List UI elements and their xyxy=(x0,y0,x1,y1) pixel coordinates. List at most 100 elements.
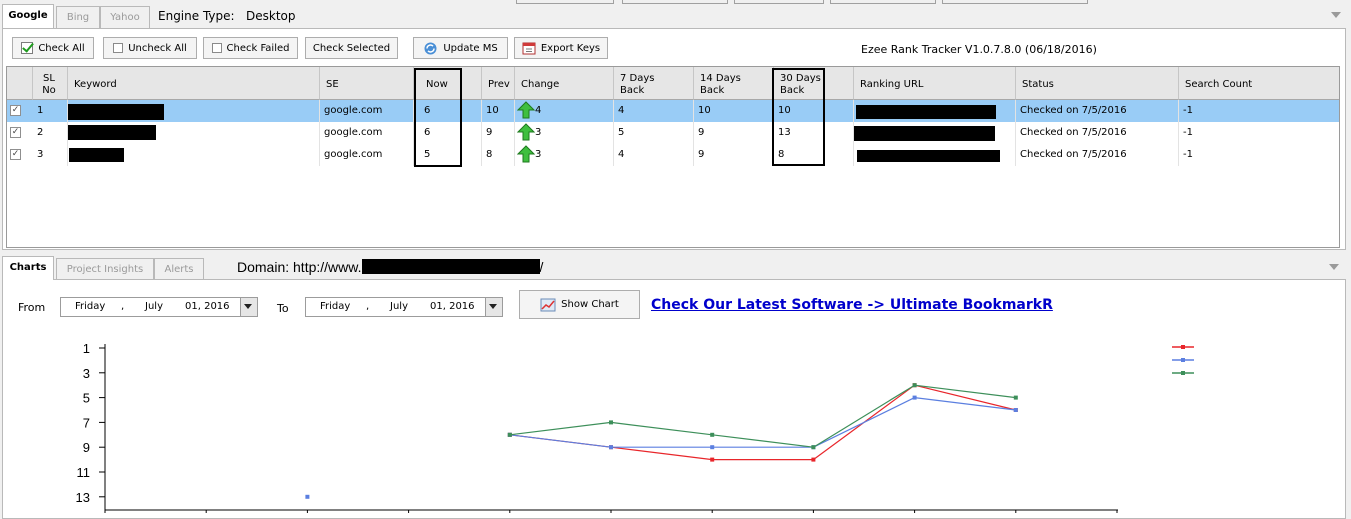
domain-label: Domain: http://www. / xyxy=(237,259,544,275)
up-arrow-icon xyxy=(516,101,536,119)
cell-sl: 2 xyxy=(33,122,68,144)
header-se[interactable]: SE xyxy=(320,67,414,100)
cell-se: google.com xyxy=(320,144,414,166)
tab-charts[interactable]: Charts xyxy=(2,256,54,280)
cell-change: 4 xyxy=(515,100,614,122)
redacted-domain xyxy=(361,259,540,274)
check-failed-label: Check Failed xyxy=(226,42,290,54)
redacted-url xyxy=(856,105,996,119)
cell-ranking-url xyxy=(854,122,1016,144)
top-button-5[interactable] xyxy=(942,0,1088,4)
tab-google[interactable]: Google xyxy=(2,4,54,28)
cell-se: google.com xyxy=(320,100,414,122)
header-7-days-back[interactable]: 7 Days Back xyxy=(614,67,694,100)
from-date-picker[interactable]: Friday , July 01, 2016 xyxy=(60,297,258,317)
cell-ranking-url xyxy=(854,144,1016,166)
tab-project-insights[interactable]: Project Insights xyxy=(56,258,154,280)
cell-prev: 10 xyxy=(482,100,515,122)
check-failed-button[interactable]: Check Failed xyxy=(203,37,298,59)
header-select[interactable] xyxy=(7,67,33,100)
refresh-icon xyxy=(424,42,437,54)
show-chart-button[interactable]: Show Chart xyxy=(519,290,640,319)
top-button-2[interactable] xyxy=(622,0,728,4)
tab-alerts[interactable]: Alerts xyxy=(154,258,204,280)
header-14-days-back[interactable]: 14 Days Back xyxy=(694,67,774,100)
engine-type-label: Engine Type: xyxy=(158,9,235,23)
engine-type-value: Desktop xyxy=(246,9,296,23)
header-keyword[interactable]: Keyword xyxy=(68,67,320,100)
keywords-grid[interactable]: SL No Keyword SE Now Prev Change 7 Days … xyxy=(6,66,1340,248)
30-days-column-highlight xyxy=(772,68,825,166)
cell-change: 3 xyxy=(515,144,614,166)
cell-search-count: -1 xyxy=(1179,100,1339,122)
row-checkbox[interactable]: ✓ xyxy=(10,105,21,116)
row-checkbox[interactable]: ✓ xyxy=(10,127,21,138)
cell-status: Checked on 7/5/2016 xyxy=(1016,122,1179,144)
cell-ranking-url xyxy=(854,100,1016,122)
to-label: To xyxy=(277,302,289,315)
check-selected-button[interactable]: Check Selected xyxy=(305,37,398,59)
table-row[interactable]: ✓ 2 google.com 6 9 3 5 9 13 Checked on 7… xyxy=(7,122,1339,144)
redacted-url xyxy=(857,150,1000,162)
header-status[interactable]: Status xyxy=(1016,67,1179,100)
green-check-icon xyxy=(21,42,34,54)
tab-yahoo[interactable]: Yahoo xyxy=(100,6,150,28)
from-date-dropdown[interactable] xyxy=(240,298,257,316)
header-ranking-url[interactable]: Ranking URL xyxy=(854,67,1016,100)
export-keys-button[interactable]: Export Keys xyxy=(514,37,608,59)
header-change[interactable]: Change xyxy=(515,67,614,100)
top-button-3[interactable] xyxy=(734,0,824,4)
panel-collapse-icon[interactable] xyxy=(1331,12,1341,18)
redacted-keyword xyxy=(68,125,156,140)
top-button-4[interactable] xyxy=(830,0,936,4)
header-sl-no[interactable]: SL No xyxy=(33,67,68,100)
chart-panel-collapse-icon[interactable] xyxy=(1329,264,1339,270)
uncheck-all-label: Uncheck All xyxy=(128,42,187,54)
now-column-highlight xyxy=(414,68,462,167)
app-title: Ezee Rank Tracker V1.0.7.8.0 (06/18/2016… xyxy=(861,43,1097,56)
cell-change: 3 xyxy=(515,122,614,144)
cell-keyword xyxy=(68,144,320,166)
header-prev[interactable]: Prev xyxy=(482,67,515,100)
to-date-picker[interactable]: Friday , July 01, 2016 xyxy=(305,297,503,317)
update-ms-label: Update MS xyxy=(443,42,498,54)
cell-status: Checked on 7/5/2016 xyxy=(1016,100,1179,122)
chevron-down-icon xyxy=(244,304,252,309)
header-search-count[interactable]: Search Count xyxy=(1179,67,1339,100)
check-all-button[interactable]: Check All xyxy=(12,37,94,59)
legend-swatches xyxy=(1172,345,1194,375)
up-arrow-icon xyxy=(516,123,536,141)
cell-7-days: 5 xyxy=(614,122,694,144)
uncheck-all-button[interactable]: Uncheck All xyxy=(103,37,197,59)
cell-14-days: 10 xyxy=(694,100,774,122)
up-arrow-icon xyxy=(516,145,536,163)
update-ms-button[interactable]: Update MS xyxy=(413,37,508,59)
cell-keyword xyxy=(68,122,320,144)
row-checkbox[interactable]: ✓ xyxy=(10,149,21,160)
legend-marker-0 xyxy=(1181,345,1185,349)
cell-sl: 3 xyxy=(33,144,68,166)
cell-14-days: 9 xyxy=(694,122,774,144)
cell-search-count: -1 xyxy=(1179,144,1339,166)
check-selected-label: Check Selected xyxy=(312,42,391,54)
table-row[interactable]: ✓ 1 google.com 6 10 4 4 10 10 Checked on… xyxy=(7,100,1339,122)
export-keys-label: Export Keys xyxy=(540,42,601,54)
check-all-label: Check All xyxy=(38,42,85,54)
legend-marker-1 xyxy=(1181,358,1185,362)
checkbox-icon xyxy=(211,43,222,53)
chart-icon xyxy=(540,298,556,311)
calendar-export-icon xyxy=(522,42,536,55)
table-row[interactable]: ✓ 3 google.com 5 8 3 4 9 8 Checked on 7/… xyxy=(7,144,1339,166)
legend-marker-2 xyxy=(1181,371,1185,375)
cell-7-days: 4 xyxy=(614,144,694,166)
cell-prev: 9 xyxy=(482,122,515,144)
redacted-keyword xyxy=(68,104,164,120)
top-button-1[interactable] xyxy=(516,0,614,4)
promo-link[interactable]: Check Our Latest Software -> Ultimate Bo… xyxy=(651,297,1053,313)
cell-search-count: -1 xyxy=(1179,122,1339,144)
tab-bing[interactable]: Bing xyxy=(56,6,100,28)
cell-se: google.com xyxy=(320,122,414,144)
cell-keyword xyxy=(68,100,320,122)
redacted-url xyxy=(854,126,995,141)
to-date-dropdown[interactable] xyxy=(485,298,502,316)
